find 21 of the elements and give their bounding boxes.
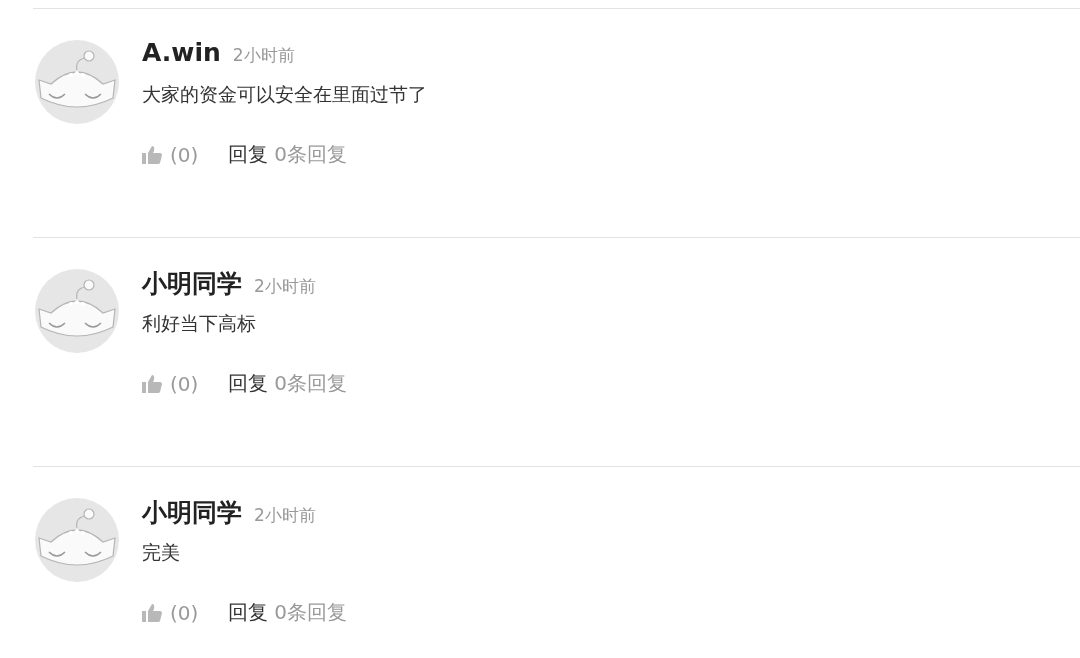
comment-text: 大家的资金可以安全在里面过节了 xyxy=(142,82,427,107)
comment-time: 2小时前 xyxy=(254,275,316,298)
comment-text: 完美 xyxy=(142,540,181,565)
like-count: (0) xyxy=(170,142,199,167)
comment-time: 2小时前 xyxy=(232,44,295,67)
comment-time: 2小时前 xyxy=(254,504,316,527)
author-name: A.win xyxy=(142,38,221,67)
avatar-icon xyxy=(35,269,119,353)
like-count: (0) xyxy=(170,600,199,625)
author-name: 小明同学 xyxy=(142,497,242,529)
thumbs-up-icon[interactable] xyxy=(142,603,162,622)
avatar-icon xyxy=(35,40,119,124)
thumbs-up-icon[interactable] xyxy=(142,374,162,393)
avatar-icon xyxy=(35,498,119,582)
like-count: (0) xyxy=(170,371,199,396)
thumbs-up-icon[interactable] xyxy=(142,145,162,164)
reply-link[interactable]: 回复 xyxy=(228,141,269,168)
author-name: 小明同学 xyxy=(142,268,242,300)
reply-link[interactable]: 回复 xyxy=(228,599,269,626)
reply-link[interactable]: 回复 xyxy=(228,370,269,397)
comment-text: 利好当下高标 xyxy=(142,311,257,336)
